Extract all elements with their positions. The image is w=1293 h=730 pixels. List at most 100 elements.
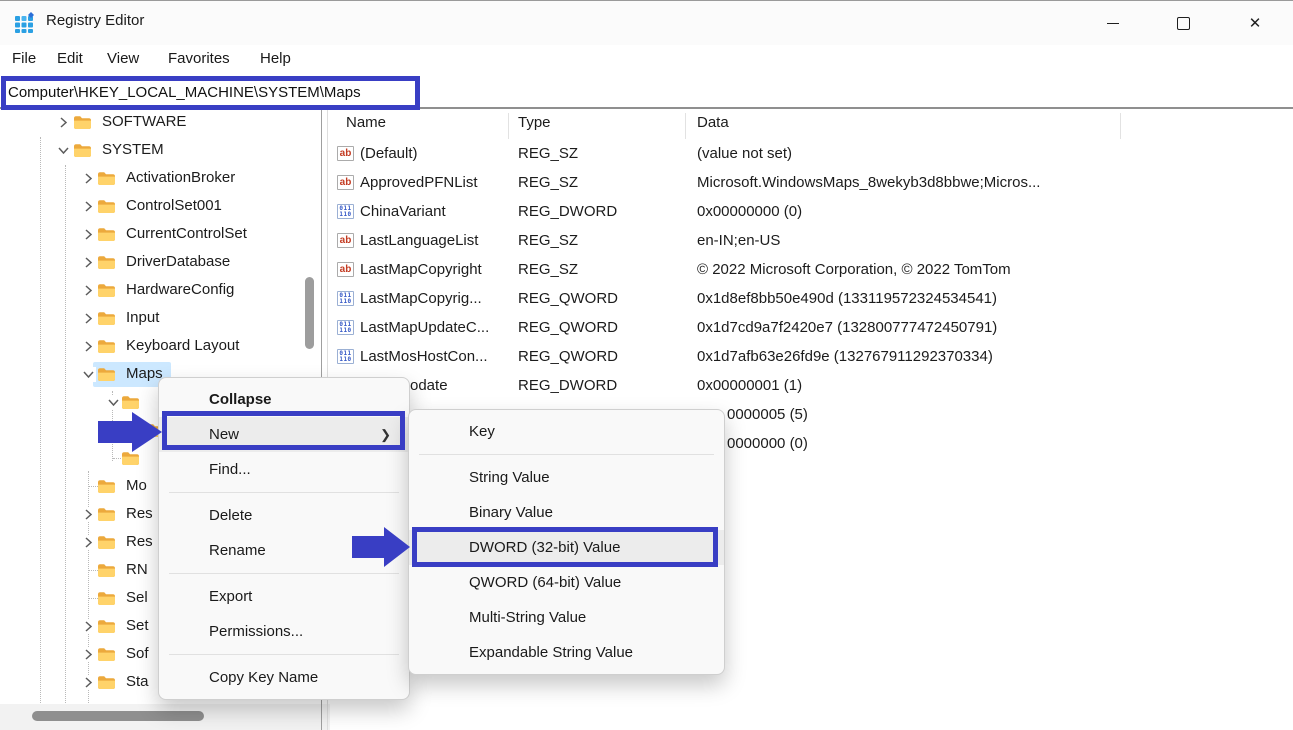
tree-item-label: HardwareConfig [126, 281, 234, 298]
context-menu-item-permissions[interactable]: Permissions... [159, 614, 409, 649]
chevron-right-icon[interactable] [81, 255, 96, 270]
value-name: (Default) [360, 145, 418, 162]
value-row-chinavariant[interactable]: 011110ChinaVariantREG_DWORD0x00000000 (0… [330, 198, 1293, 227]
chevron-right-icon[interactable] [81, 171, 96, 186]
value-data: (value not set) [697, 145, 792, 162]
chevron-right-icon[interactable] [56, 115, 71, 130]
value-row-lastmapcopyrig[interactable]: 011110LastMapCopyrig...REG_QWORD0x1d8ef8… [330, 285, 1293, 314]
context-menu-item-find[interactable]: Find... [159, 452, 409, 487]
value-row-lastlanguagelist[interactable]: abLastLanguageListREG_SZen-IN;en-US [330, 227, 1293, 256]
tree-item-hardwareconfig[interactable]: HardwareConfig [0, 277, 320, 305]
chevron-down-icon[interactable] [56, 143, 71, 158]
chevron-right-icon[interactable] [81, 199, 96, 214]
tree-item-software[interactable]: SOFTWARE [0, 109, 320, 137]
value-row-odate[interactable]: odateREG_DWORD0x00000001 (1) [330, 372, 1293, 401]
tree-item-input[interactable]: Input [0, 305, 320, 333]
maximize-button[interactable] [1160, 1, 1206, 45]
menubar-item-view[interactable]: View [107, 50, 139, 67]
chevron-right-icon[interactable] [81, 339, 96, 354]
context-menu-item-copy-key-name[interactable]: Copy Key Name [159, 660, 409, 695]
tree-item-label: ControlSet001 [126, 197, 222, 214]
string-value-icon: ab [337, 233, 354, 248]
tree-item-label: RN [126, 561, 148, 578]
value-data: 0x00000000 (0) [697, 203, 802, 220]
menubar-item-favorites[interactable]: Favorites [168, 50, 230, 67]
close-button[interactable]: ✕ [1232, 1, 1278, 45]
chevron-right-icon[interactable] [81, 283, 96, 298]
value-data: 0x00000001 (1) [697, 377, 802, 394]
value-data: 0000005 (5) [727, 406, 808, 423]
chevron-right-icon[interactable] [81, 227, 96, 242]
folder-icon [97, 311, 116, 330]
chevron-right-icon[interactable] [81, 647, 96, 662]
folder-icon [97, 619, 116, 638]
tree-item-activationbroker[interactable]: ActivationBroker [0, 165, 320, 193]
chevron-right-icon[interactable] [81, 535, 96, 550]
new-submenu-item-qword-64-bit-value[interactable]: QWORD (64-bit) Value [409, 565, 724, 600]
chevron-right-icon[interactable] [81, 619, 96, 634]
chevron-down-icon[interactable] [81, 367, 96, 382]
value-row-lastmoshostcon[interactable]: 011110LastMosHostCon...REG_QWORD0x1d7afb… [330, 343, 1293, 372]
value-data: en-IN;en-US [697, 232, 780, 249]
binary-value-icon: 011110 [337, 204, 354, 219]
column-header-data[interactable]: Data [697, 114, 729, 131]
value-type: REG_QWORD [518, 319, 618, 336]
new-submenu-item-string-value[interactable]: String Value [409, 460, 724, 495]
new-submenu-item-key[interactable]: Key [409, 414, 724, 449]
tree-item-system[interactable]: SYSTEM [0, 137, 320, 165]
title-bar: Registry Editor ✕ [0, 1, 1293, 45]
context-menu-item-new[interactable]: New❯ [159, 417, 409, 452]
new-submenu-item-expandable-string-value[interactable]: Expandable String Value [409, 635, 724, 670]
chevron-right-icon[interactable] [81, 507, 96, 522]
value-row-lastmapcopyright[interactable]: abLastMapCopyrightREG_SZ© 2022 Microsoft… [330, 256, 1293, 285]
new-submenu-item-multi-string-value[interactable]: Multi-String Value [409, 600, 724, 635]
column-header-type[interactable]: Type [518, 114, 551, 131]
value-row-default[interactable]: ab(Default)REG_SZ(value not set) [330, 140, 1293, 169]
tree-vertical-scrollbar[interactable] [305, 277, 314, 349]
chevron-right-icon[interactable] [81, 675, 96, 690]
column-separator[interactable] [685, 113, 686, 139]
column-header-name[interactable]: Name [346, 114, 386, 131]
folder-icon [97, 591, 116, 610]
horizontal-scrollbar-thumb[interactable] [32, 711, 204, 721]
menubar-item-help[interactable]: Help [260, 50, 291, 67]
value-row-lastmapupdatec[interactable]: 011110LastMapUpdateC...REG_QWORD0x1d7cd9… [330, 314, 1293, 343]
context-menu-item-export[interactable]: Export [159, 579, 409, 614]
annotation-arrow-new [98, 409, 162, 460]
new-submenu-item-binary-value[interactable]: Binary Value [409, 495, 724, 530]
new-submenu-separator [419, 454, 714, 455]
value-type: REG_QWORD [518, 290, 618, 307]
minimize-button[interactable] [1090, 1, 1136, 45]
value-data: 0x1d7cd9a7f2420e7 (132800777472450791) [697, 319, 997, 336]
tree-item-label: ActivationBroker [126, 169, 235, 186]
value-name: LastMosHostCon... [360, 348, 488, 365]
address-input[interactable] [0, 77, 1293, 108]
folder-icon [73, 143, 92, 162]
folder-icon [97, 255, 116, 274]
value-name: LastLanguageList [360, 232, 478, 249]
menu-bar: File Edit View Favorites Help [0, 45, 1293, 77]
value-type: REG_SZ [518, 145, 578, 162]
folder-icon [97, 171, 116, 190]
value-data: 0x1d7afb63e26fd9e (132767911292370334) [697, 348, 993, 365]
context-menu-separator [169, 492, 399, 493]
tree-item-currentcontrolset[interactable]: CurrentControlSet [0, 221, 320, 249]
context-menu-item-collapse[interactable]: Collapse [159, 382, 409, 417]
window-title: Registry Editor [46, 12, 144, 29]
tree-item-driverdatabase[interactable]: DriverDatabase [0, 249, 320, 277]
chevron-down-icon[interactable] [106, 395, 121, 410]
tree-item-keyboard-layout[interactable]: Keyboard Layout [0, 333, 320, 361]
new-submenu-item-dword-32-bit-value[interactable]: DWORD (32-bit) Value [409, 530, 724, 565]
tree-item-label: Maps [126, 365, 163, 382]
menubar-item-file[interactable]: File [12, 50, 36, 67]
tree-item-label: SOFTWARE [102, 113, 186, 130]
tree-item-controlset001[interactable]: ControlSet001 [0, 193, 320, 221]
column-separator[interactable] [1120, 113, 1121, 139]
tree-item-label: Sel [126, 589, 148, 606]
tree-item-label: SYSTEM [102, 141, 164, 158]
value-row-approvedpfnlist[interactable]: abApprovedPFNListREG_SZMicrosoft.Windows… [330, 169, 1293, 198]
column-separator[interactable] [508, 113, 509, 139]
chevron-right-icon[interactable] [81, 311, 96, 326]
menubar-item-edit[interactable]: Edit [57, 50, 83, 67]
value-type: REG_QWORD [518, 348, 618, 365]
